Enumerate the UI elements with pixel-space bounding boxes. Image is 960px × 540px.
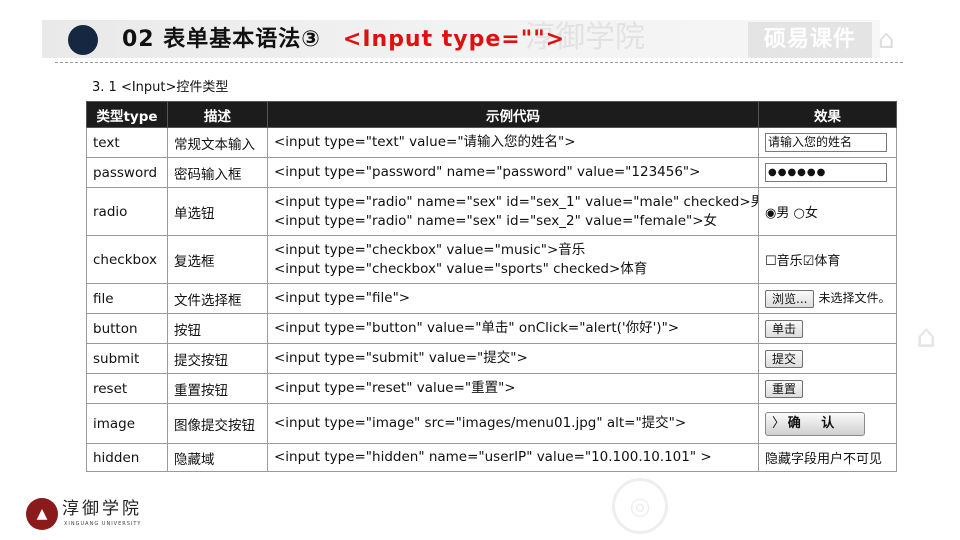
table-row: password 密码输入框 <input type="password" na… xyxy=(86,157,897,188)
desc-cell: 密码输入框 xyxy=(167,157,268,188)
code-cell: <input type="image" src="images/menu01.j… xyxy=(267,403,759,444)
code-cell: <input type="button" value="单击" onClick=… xyxy=(267,313,759,344)
image-button-label: 确 认 xyxy=(787,415,843,431)
submit-button[interactable]: 提交 xyxy=(765,349,804,368)
checkbox-unchecked-icon[interactable]: ☐ xyxy=(765,254,777,269)
desc-cell: 复选框 xyxy=(167,235,268,284)
university-logo-text: 淳御学院 xyxy=(62,499,142,519)
section-title: 3. 1 <Input>控件类型 xyxy=(92,80,229,95)
text-input-example[interactable]: 请输入您的姓名 xyxy=(765,133,887,152)
effect-cell: ●●●●●● xyxy=(758,157,897,188)
code-line: <input type="checkbox" value="music">音乐 xyxy=(274,241,586,258)
password-input-example[interactable]: ●●●●●● xyxy=(765,163,887,182)
table-row: radio 单选钮 <input type="radio" name="sex"… xyxy=(86,187,897,236)
radio-checked-icon[interactable]: ◉ xyxy=(765,206,776,221)
desc-cell: 单选钮 xyxy=(167,187,268,236)
code-cell: <input type="password" name="password" v… xyxy=(267,157,759,188)
header-effect: 效果 xyxy=(758,101,897,128)
type-cell: submit xyxy=(86,343,168,374)
university-logo-en: XINGUANG UNIVERSITY xyxy=(64,521,142,527)
table-row: hidden 隐藏域 <input type="hidden" name="us… xyxy=(86,443,897,472)
effect-cell: 请输入您的姓名 xyxy=(758,127,897,158)
table-row: submit 提交按钮 <input type="submit" value="… xyxy=(86,343,897,374)
checkbox-checked-icon[interactable]: ☑ xyxy=(803,254,815,269)
desc-cell: 常规文本输入 xyxy=(167,127,268,158)
header-dot-icon xyxy=(68,25,98,55)
type-cell: button xyxy=(86,313,168,344)
effect-cell: 单击 xyxy=(758,313,897,344)
code-cell: <input type="checkbox" value="music">音乐 <… xyxy=(267,235,759,284)
header-desc: 描述 xyxy=(167,101,268,128)
type-cell: image xyxy=(86,403,168,444)
code-cell: <input type="file"> xyxy=(267,283,759,314)
code-cell: <input type="hidden" name="userIP" value… xyxy=(267,443,759,472)
type-cell: text xyxy=(86,127,168,158)
table-row: image 图像提交按钮 <input type="image" src="im… xyxy=(86,403,897,444)
type-cell: reset xyxy=(86,373,168,404)
header-code: 示例代码 xyxy=(267,101,759,128)
desc-cell: 隐藏域 xyxy=(167,443,268,472)
effect-cell: 提交 xyxy=(758,343,897,374)
title-main: 02 表单基本语法③ xyxy=(122,27,321,52)
type-cell: password xyxy=(86,157,168,188)
code-cell: <input type="submit" value="提交"> xyxy=(267,343,759,374)
table-row: reset 重置按钮 <input type="reset" value="重置… xyxy=(86,373,897,404)
type-cell: file xyxy=(86,283,168,314)
radio-label: 女 xyxy=(804,206,818,221)
type-cell: hidden xyxy=(86,443,168,472)
code-line: <input type="radio" name="sex" id="sex_1… xyxy=(274,193,759,210)
click-button[interactable]: 单击 xyxy=(765,319,804,338)
house-watermark-icon: ⌂ xyxy=(916,317,937,355)
no-file-label: 未选择文件。 xyxy=(818,291,891,306)
code-cell: <input type="radio" name="sex" id="sex_1… xyxy=(267,187,759,236)
effect-cell: ◉男 ○女 xyxy=(758,187,897,236)
input-types-table: 类型type 描述 示例代码 效果 text 常规文本输入 <input typ… xyxy=(86,101,897,472)
watermark-box: 硕易课件 xyxy=(748,22,872,58)
image-submit-button[interactable]: 〉确 认 xyxy=(765,411,865,436)
arrow-right-icon: 〉 xyxy=(772,415,786,431)
desc-cell: 按钮 xyxy=(167,313,268,344)
header-type: 类型type xyxy=(86,101,168,128)
type-cell: radio xyxy=(86,187,168,236)
code-line: <input type="radio" name="sex" id="sex_2… xyxy=(274,212,718,229)
effect-cell: 浏览... 未选择文件。 xyxy=(758,283,897,314)
effect-cell: 重置 xyxy=(758,373,897,404)
reset-button[interactable]: 重置 xyxy=(765,379,804,398)
table-header-row: 类型type 描述 示例代码 效果 xyxy=(86,101,897,128)
effect-cell: 〉确 认 xyxy=(758,403,897,444)
checkbox-label: 体育 xyxy=(814,254,841,269)
type-cell: checkbox xyxy=(86,235,168,284)
radio-label: 男 xyxy=(776,206,790,221)
table-row: button 按钮 <input type="button" value="单击… xyxy=(86,313,897,344)
university-emblem-icon: ▲ xyxy=(26,498,58,530)
table-row: text 常规文本输入 <input type="text" value="请输… xyxy=(86,127,897,158)
effect-cell: ☐音乐☑体育 xyxy=(758,235,897,284)
code-line: <input type="checkbox" value="sports" ch… xyxy=(274,260,648,277)
title-red: <Input type=""> xyxy=(342,27,566,52)
desc-cell: 重置按钮 xyxy=(167,373,268,404)
code-cell: <input type="text" value="请输入您的姓名"> xyxy=(267,127,759,158)
effect-cell: 隐藏字段用户不可见 xyxy=(758,443,897,472)
seal-watermark-icon: ◎ xyxy=(612,478,668,534)
desc-cell: 文件选择框 xyxy=(167,283,268,314)
desc-cell: 图像提交按钮 xyxy=(167,403,268,444)
code-cell: <input type="reset" value="重置"> xyxy=(267,373,759,404)
radio-unchecked-icon[interactable]: ○ xyxy=(794,206,805,221)
checkbox-label: 音乐 xyxy=(776,254,803,269)
desc-cell: 提交按钮 xyxy=(167,343,268,374)
page-title: 02 表单基本语法③ <Input type=""> xyxy=(122,24,565,56)
browse-button[interactable]: 浏览... xyxy=(765,289,815,308)
house-watermark-icon: ⌂ xyxy=(878,25,895,55)
table-row: file 文件选择框 <input type="file"> 浏览... 未选择文… xyxy=(86,283,897,314)
table-row: checkbox 复选框 <input type="checkbox" valu… xyxy=(86,235,897,284)
header-divider xyxy=(55,62,903,63)
